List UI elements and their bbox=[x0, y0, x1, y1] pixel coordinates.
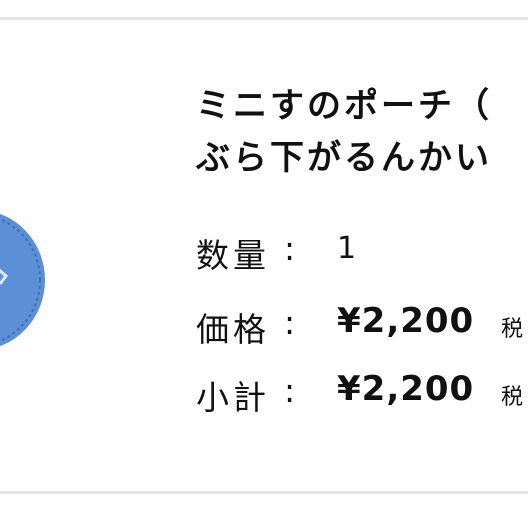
price-amount: ¥2,200 bbox=[337, 301, 475, 341]
divider-bottom bbox=[0, 491, 528, 494]
quantity-label: 数量 bbox=[196, 236, 270, 273]
quantity-colon: : bbox=[284, 229, 296, 268]
product-title-line2: ぶら下がるんかい bbox=[196, 138, 492, 178]
product-title-line1: ミニすのポーチ（ bbox=[196, 86, 492, 126]
subtotal-label: 小計 bbox=[196, 378, 270, 415]
quantity-value: 1 bbox=[337, 231, 357, 266]
price-colon: : bbox=[284, 303, 296, 342]
subtotal-row: 小計 : ¥2,200 税 bbox=[196, 365, 528, 415]
product-title[interactable]: ミニすのポーチ（ ぶら下がるんかい bbox=[196, 80, 528, 184]
quantity-row: 数量 : 1 bbox=[196, 223, 528, 273]
divider-top bbox=[0, 17, 528, 20]
price-tax-note: 税 bbox=[501, 317, 524, 342]
cart-item: ミニすのポーチ（ ぶら下がるんかい 数量 : 1 価格 : ¥2,200 税 小… bbox=[0, 0, 528, 528]
subtotal-amount: ¥2,200 bbox=[337, 369, 475, 409]
product-thumbnail[interactable] bbox=[0, 204, 48, 352]
subtotal-tax-note: 税 bbox=[501, 385, 524, 410]
price-label: 価格 bbox=[196, 310, 270, 347]
price-row: 価格 : ¥2,200 税 bbox=[196, 297, 528, 347]
subtotal-colon: : bbox=[284, 371, 296, 410]
